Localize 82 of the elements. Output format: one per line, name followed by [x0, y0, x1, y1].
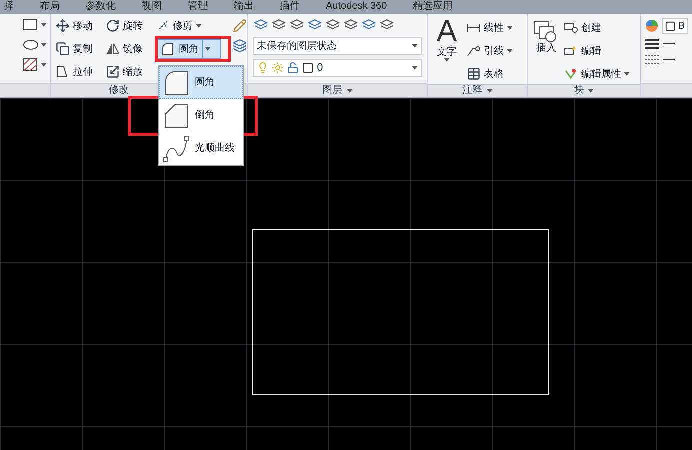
panel-title[interactable]: 注释	[462, 86, 483, 96]
tool-button[interactable]: 缩放	[105, 62, 156, 82]
caret-icon[interactable]	[507, 26, 514, 30]
block-edit-icon	[564, 45, 578, 57]
spline-icon	[163, 134, 191, 162]
caret-icon[interactable]	[486, 89, 493, 93]
hatch-icon[interactable]	[23, 58, 40, 72]
move-icon	[56, 19, 70, 33]
tool-button[interactable]: 编辑	[563, 41, 632, 61]
tool-button[interactable]: 修剪	[157, 16, 232, 36]
tool-button[interactable]: 旋转	[105, 16, 156, 36]
caret-icon[interactable]	[41, 63, 48, 67]
ribbon-tab[interactable]: 精选应用	[413, 2, 454, 12]
caret-icon[interactable]	[588, 89, 594, 93]
tool-button[interactable]: 引线	[466, 41, 514, 61]
panel-title[interactable]: 图层	[322, 86, 343, 96]
chamfer-icon	[163, 102, 191, 130]
color-text: B	[678, 20, 685, 34]
caret-icon[interactable]	[624, 72, 630, 76]
tool-button[interactable]: 表格	[466, 64, 514, 84]
insert-tool-button[interactable]: 插入	[531, 16, 562, 84]
caret-icon[interactable]	[205, 47, 212, 51]
table-icon	[467, 67, 482, 81]
text-letter-icon: A	[437, 16, 458, 48]
text-tool-button[interactable]: A 文字	[432, 16, 462, 84]
caret-icon[interactable]	[346, 88, 353, 92]
linear-dimension-icon	[467, 22, 482, 34]
ribbon-tab[interactable]: 管理	[188, 2, 208, 12]
tool-button[interactable]: 创建	[563, 18, 632, 38]
lightbulb-icon	[257, 62, 270, 74]
caret-icon[interactable]	[412, 44, 418, 48]
unlock-icon	[287, 62, 300, 74]
block-create-icon	[564, 22, 578, 34]
caret-icon[interactable]	[412, 66, 418, 70]
ellipse-icon[interactable]	[23, 38, 40, 52]
caret-icon[interactable]	[41, 43, 48, 47]
ribbon-tab[interactable]: 布局	[40, 2, 60, 12]
ribbon-tab[interactable]: 择	[4, 2, 14, 12]
ribbon-tab[interactable]: Autodesk 360	[326, 2, 388, 12]
color-dropdown[interactable]: B	[662, 18, 688, 34]
menu-item[interactable]: 光顺曲线	[159, 132, 243, 165]
ribbon-tab[interactable]: 插件	[280, 2, 300, 12]
color-swatch-icon	[302, 62, 314, 74]
layer-state-dropdown[interactable]: 未保存的图层状态	[253, 37, 422, 55]
color-wheel-icon[interactable]	[645, 19, 660, 33]
fillet-label: 圆角	[179, 42, 200, 56]
linetype-icon[interactable]	[645, 54, 676, 66]
rotate-icon	[106, 19, 120, 33]
trim-icon	[158, 18, 170, 30]
rectangle-icon[interactable]	[23, 18, 40, 32]
menu-item[interactable]: 圆角	[159, 66, 243, 99]
lineweight-icon[interactable]	[645, 38, 676, 50]
tool-button[interactable]: 镜像	[105, 39, 156, 59]
caret-icon[interactable]	[196, 24, 202, 28]
tool-button[interactable]: 拉伸	[55, 62, 106, 82]
panel-title[interactable]: 修改	[109, 86, 130, 96]
tool-button[interactable]: 复制	[55, 39, 106, 59]
tool-button[interactable]: 线性	[466, 18, 514, 38]
sun-icon	[272, 62, 284, 74]
ribbon-tab[interactable]: 输出	[234, 2, 254, 12]
scale-icon	[106, 65, 120, 79]
caret-icon[interactable]	[444, 58, 450, 62]
leader-icon	[467, 45, 482, 57]
ribbon-tab[interactable]: 视图	[142, 2, 162, 12]
attribute-edit-icon	[564, 68, 578, 80]
copy-icon	[56, 42, 70, 56]
layer-state-text: 未保存的图层状态	[257, 40, 338, 54]
fillet-icon	[161, 42, 176, 56]
menu-item[interactable]: 倒角	[159, 99, 243, 132]
caret-icon[interactable]	[41, 23, 48, 27]
ribbon-tab[interactable]: 参数化	[86, 2, 116, 12]
color-swatch-icon	[665, 20, 676, 32]
tool-button[interactable]: 移动	[55, 16, 106, 36]
layer-dropdown[interactable]: 0	[253, 59, 422, 77]
stretch-icon	[56, 65, 70, 79]
fillet-split-button[interactable]: 圆角	[157, 39, 222, 59]
layer-name: 0	[317, 60, 324, 76]
tool-button[interactable]: 编辑属性	[563, 64, 632, 84]
caret-icon[interactable]	[507, 49, 514, 53]
mirror-icon	[106, 42, 120, 56]
panel-title[interactable]: 块	[574, 86, 584, 96]
fillet-icon	[163, 68, 191, 96]
